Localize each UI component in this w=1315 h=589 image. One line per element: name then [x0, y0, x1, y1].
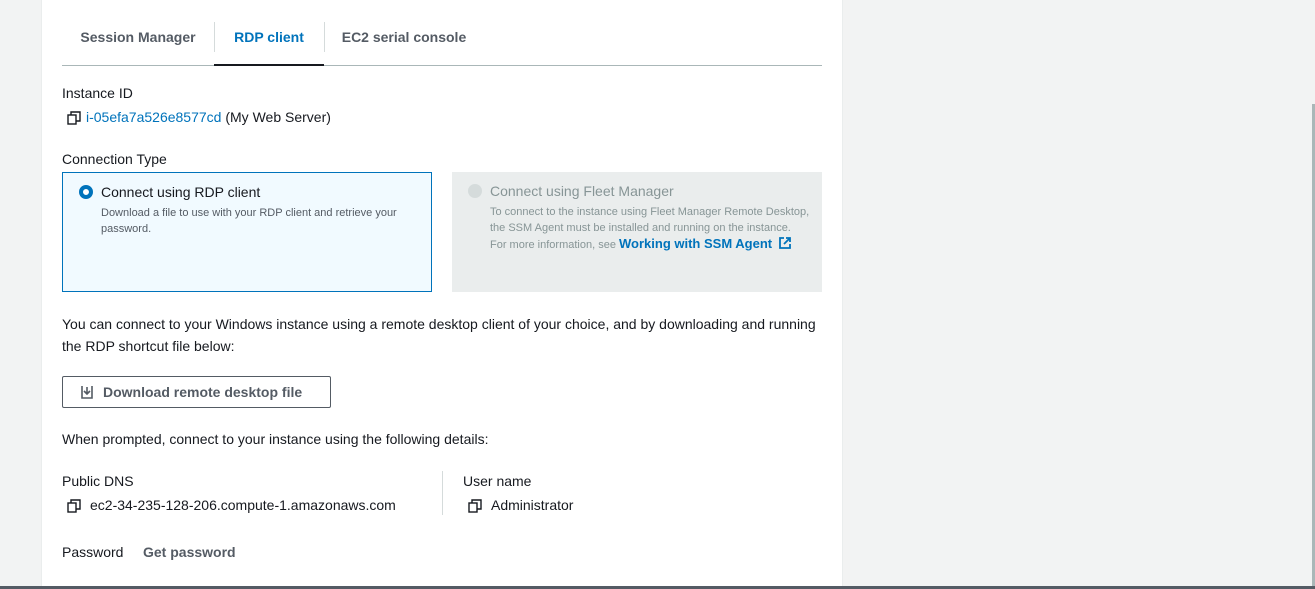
- prompt-text: When prompted, connect to your instance …: [62, 431, 489, 447]
- option-description: To connect to the instance using Fleet M…: [490, 204, 810, 253]
- option-title: Connect using RDP client: [101, 184, 261, 200]
- tab-ec2-serial-console[interactable]: EC2 serial console: [324, 16, 484, 65]
- column-divider: [442, 471, 443, 515]
- option-description: Download a file to use with your RDP cli…: [101, 207, 397, 235]
- copy-icon[interactable]: [67, 499, 81, 513]
- intro-text: You can connect to your Windows instance…: [62, 316, 816, 354]
- tab-rdp-client[interactable]: RDP client: [214, 16, 324, 66]
- scrollbar[interactable]: [1311, 0, 1315, 586]
- working-with-ssm-agent-link[interactable]: Working with SSM Agent: [619, 236, 792, 251]
- public-dns-label: Public DNS: [62, 473, 134, 489]
- instance-name: (My Web Server): [225, 109, 331, 125]
- option-title: Connect using Fleet Manager: [490, 183, 674, 199]
- tab-session-manager[interactable]: Session Manager: [62, 16, 214, 65]
- instance-id-row: i-05efa7a526e8577cd (My Web Server): [86, 109, 331, 125]
- instance-id-label: Instance ID: [62, 85, 133, 101]
- username-label: User name: [463, 473, 532, 489]
- copy-icon[interactable]: [67, 111, 81, 125]
- instance-id-link[interactable]: i-05efa7a526e8577cd: [86, 109, 221, 125]
- public-dns-value: ec2-34-235-128-206.compute-1.amazonaws.c…: [90, 497, 396, 513]
- radio-selected[interactable]: [79, 185, 93, 199]
- connection-option-fleet-manager: Connect using Fleet Manager To connect t…: [452, 172, 822, 292]
- copy-icon[interactable]: [468, 499, 482, 513]
- external-link-icon: [778, 237, 791, 249]
- radio-disabled: [468, 184, 482, 198]
- username-value: Administrator: [491, 497, 574, 513]
- connection-type-label: Connection Type: [62, 151, 167, 167]
- get-password-button[interactable]: Get password: [143, 544, 236, 560]
- download-button-label: Download remote desktop file: [103, 384, 303, 400]
- connect-tabs: Session Manager RDP client EC2 serial co…: [62, 16, 822, 66]
- download-icon: [81, 386, 93, 399]
- password-label: Password: [62, 544, 124, 560]
- download-remote-desktop-file-button[interactable]: Download remote desktop file: [62, 376, 331, 408]
- connection-option-rdp[interactable]: Connect using RDP client Download a file…: [62, 172, 432, 292]
